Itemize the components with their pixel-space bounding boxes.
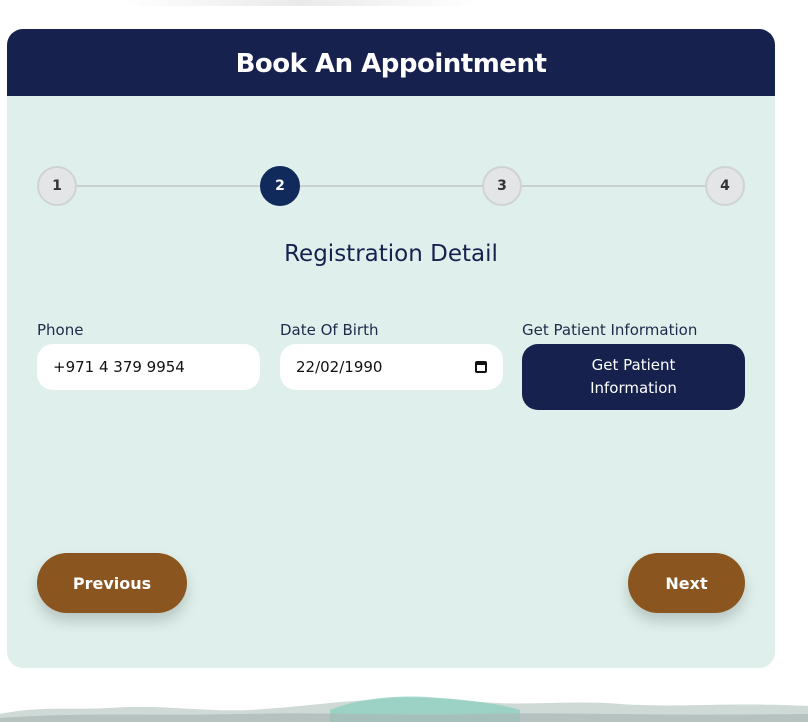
step-2[interactable]: 2 xyxy=(260,166,300,206)
patient-info-field-group: Get Patient Information Get Patient Info… xyxy=(522,321,745,410)
card-header: Book An Appointment xyxy=(7,29,775,96)
patient-info-label: Get Patient Information xyxy=(522,321,698,339)
page: Book An Appointment 1 2 3 4 Registration… xyxy=(0,0,808,722)
stepper-line xyxy=(57,185,725,187)
appointment-card: Book An Appointment 1 2 3 4 Registration… xyxy=(7,29,775,668)
dob-input[interactable]: 22/02/1990 xyxy=(280,344,503,390)
step-3[interactable]: 3 xyxy=(482,166,522,206)
dob-value: 22/02/1990 xyxy=(296,358,383,376)
phone-field-group: Phone +971 4 379 9954 xyxy=(37,321,260,390)
watercolor-decoration xyxy=(0,696,808,722)
next-button[interactable]: Next xyxy=(628,553,745,613)
stepper: 1 2 3 4 xyxy=(37,166,745,206)
step-1[interactable]: 1 xyxy=(37,166,77,206)
phone-input[interactable]: +971 4 379 9954 xyxy=(37,344,260,390)
get-patient-information-button[interactable]: Get Patient Information xyxy=(522,344,745,410)
dob-field-group: Date Of Birth 22/02/1990 xyxy=(280,321,503,390)
section-title: Registration Detail xyxy=(284,241,498,267)
dob-label: Date Of Birth xyxy=(280,321,379,339)
step-4[interactable]: 4 xyxy=(705,166,745,206)
phone-value: +971 4 379 9954 xyxy=(53,358,185,376)
calendar-icon[interactable] xyxy=(475,361,487,373)
phone-label: Phone xyxy=(37,321,84,339)
top-decoration xyxy=(120,0,480,6)
previous-button[interactable]: Previous xyxy=(37,553,187,613)
page-title: Book An Appointment xyxy=(235,48,547,79)
